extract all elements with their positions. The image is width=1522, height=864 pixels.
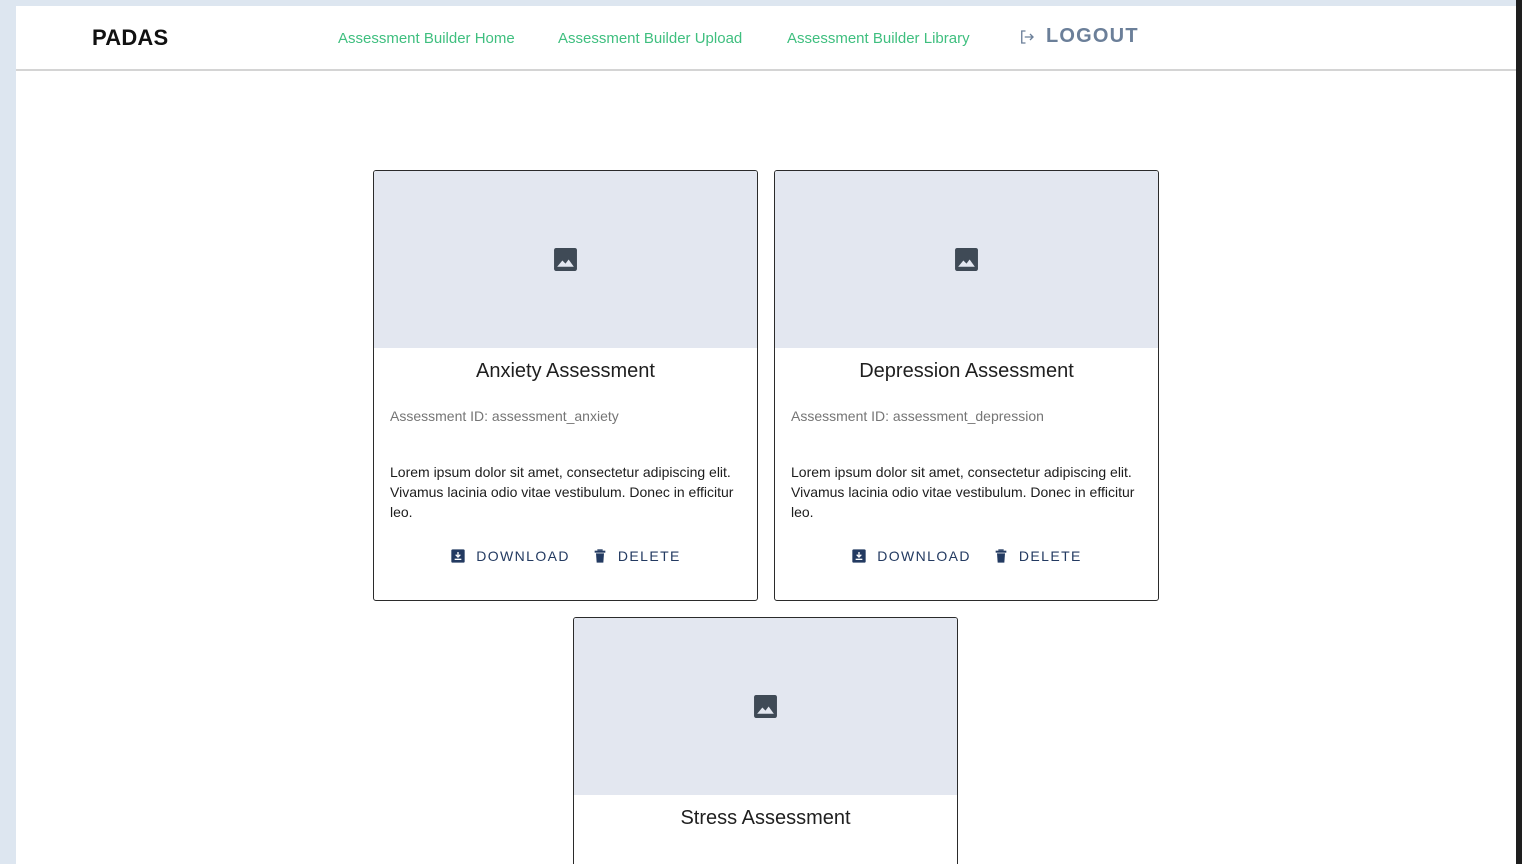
card-assessment-id: Assessment ID: assessment_depression: [791, 408, 1044, 424]
card-title: Stress Assessment: [680, 807, 851, 829]
download-icon: [852, 549, 866, 563]
logout-icon: [1021, 29, 1034, 44]
assessment-card: Depression Assessment Assessment ID: ass…: [774, 170, 1159, 601]
card-image-placeholder: [775, 171, 1158, 348]
navbar: PADAS Assessment Builder Home Assessment…: [16, 6, 1516, 71]
card-description: Lorem ipsum dolor sit amet, consectetur …: [791, 464, 1135, 520]
delete-label: DELETE: [1018, 548, 1082, 564]
nav-link-library[interactable]: Assessment Builder Library: [787, 30, 970, 47]
logout-button[interactable]: LOGOUT: [1018, 25, 1139, 48]
card-title: Anxiety Assessment: [476, 360, 655, 382]
page: PADAS Assessment Builder Home Assessment…: [16, 6, 1516, 864]
card-actions: DOWNLOAD DELETE: [374, 542, 757, 570]
image-icon: [554, 248, 577, 271]
card-assessment-id: Assessment ID: assessment_anxiety: [390, 408, 619, 424]
download-label: DOWNLOAD: [877, 548, 971, 564]
download-label: DOWNLOAD: [476, 548, 570, 564]
card-actions: DOWNLOAD DELETE: [775, 542, 1158, 570]
nav-link-home[interactable]: Assessment Builder Home: [338, 30, 515, 47]
logout-label: LOGOUT: [1046, 25, 1139, 47]
image-icon: [754, 695, 777, 718]
download-button[interactable]: DOWNLOAD: [851, 542, 971, 570]
nav-link-upload[interactable]: Assessment Builder Upload: [558, 30, 742, 47]
image-icon: [955, 248, 978, 271]
card-description: Lorem ipsum dolor sit amet, consectetur …: [390, 464, 734, 520]
delete-button[interactable]: DELETE: [993, 542, 1082, 570]
delete-label: DELETE: [617, 548, 681, 564]
card-title: Depression Assessment: [859, 360, 1074, 382]
assessment-card: Stress Assessment: [573, 617, 958, 864]
download-icon: [451, 549, 465, 563]
brand-logo[interactable]: PADAS: [92, 25, 168, 51]
trash-icon: [995, 549, 1007, 563]
delete-button[interactable]: DELETE: [592, 542, 681, 570]
assessment-card: Anxiety Assessment Assessment ID: assess…: [373, 170, 758, 601]
card-image-placeholder: [574, 618, 957, 795]
window-edge: [1516, 0, 1522, 864]
trash-icon: [594, 549, 606, 563]
download-button[interactable]: DOWNLOAD: [450, 542, 570, 570]
card-image-placeholder: [374, 171, 757, 348]
